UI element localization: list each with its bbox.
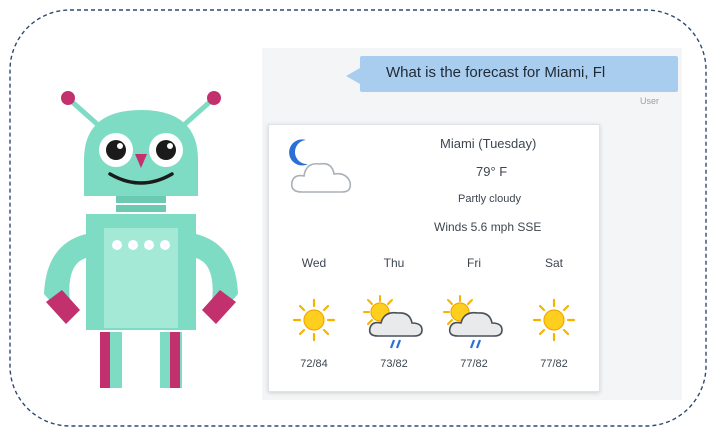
weather-condition: Partly cloudy xyxy=(458,193,521,205)
robot-illustration xyxy=(44,91,238,388)
weather-temperature: 79° F xyxy=(476,164,508,179)
forecast-range-wed: 72/84 xyxy=(300,358,328,370)
sun-cloud-rain-icon xyxy=(443,295,503,349)
weather-title: Miami (Tuesday) xyxy=(440,136,537,151)
forecast-range-fri: 77/82 xyxy=(460,358,488,370)
user-label: User xyxy=(640,96,660,106)
user-message-text: What is the forecast for Miami, Fl xyxy=(386,64,606,81)
weather-winds: Winds 5.6 mph SSE xyxy=(434,220,542,234)
sun-icon xyxy=(532,298,576,342)
forecast-range-thu: 73/82 xyxy=(380,358,408,370)
sun-icon xyxy=(292,298,336,342)
user-bubble-tail xyxy=(346,68,360,84)
forecast-range-sat: 77/82 xyxy=(540,358,568,370)
forecast-day-fri: Fri xyxy=(467,256,481,270)
moon-cloud-icon xyxy=(289,139,352,193)
forecast-day-thu: Thu xyxy=(383,256,405,270)
forecast-day-wed: Wed xyxy=(301,256,327,270)
sun-cloud-rain-icon xyxy=(363,295,423,349)
forecast-day-sat: Sat xyxy=(544,256,563,270)
